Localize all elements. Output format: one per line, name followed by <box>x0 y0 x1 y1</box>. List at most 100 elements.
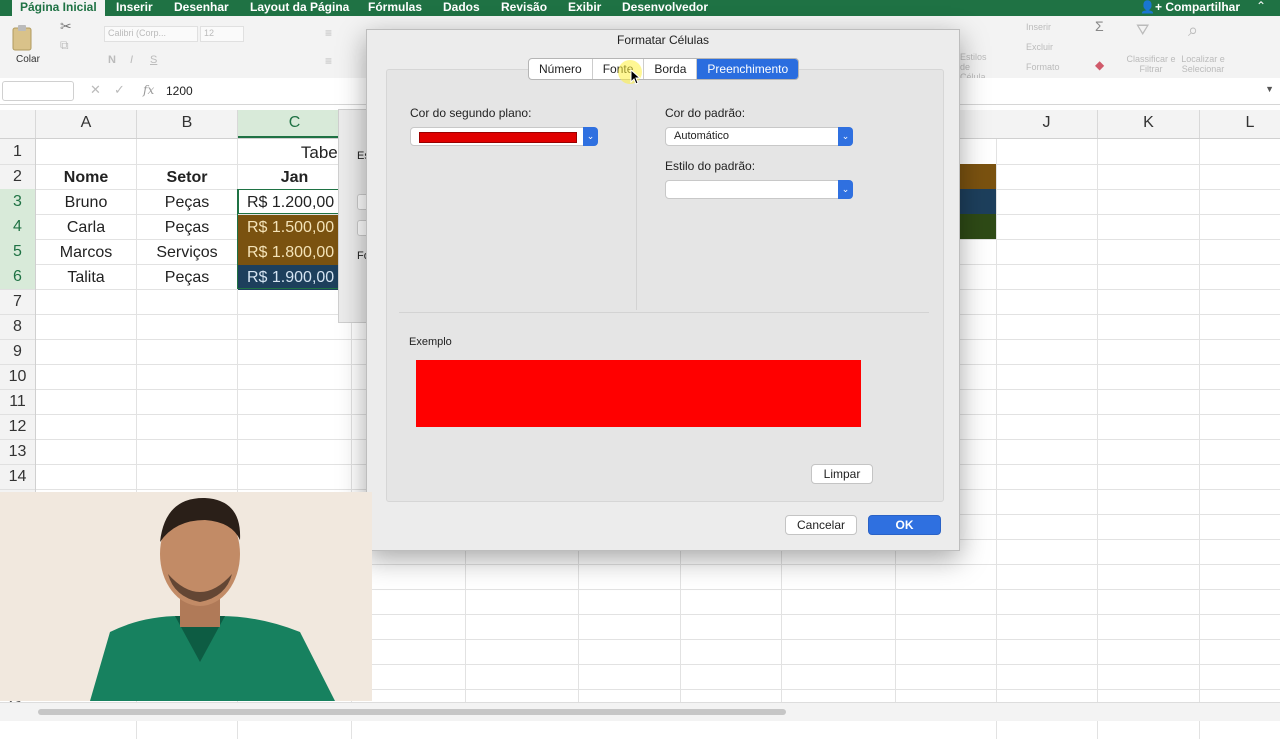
row-header-9[interactable]: 9 <box>0 339 35 365</box>
table-cell[interactable]: Carla <box>36 215 136 240</box>
table-cell[interactable]: Peças <box>137 215 237 240</box>
font-name-value: Calibri (Corp... <box>108 28 167 38</box>
header-cell-setor[interactable]: Setor <box>137 165 237 190</box>
tab-pagina-inicial[interactable]: Página Inicial <box>12 0 105 16</box>
copy-icon[interactable]: ⧉ <box>60 38 69 53</box>
ok-button[interactable]: OK <box>868 515 941 535</box>
row-header-4[interactable]: 4 <box>0 214 35 240</box>
tab-exibir[interactable]: Exibir <box>568 0 601 16</box>
row-header-2[interactable]: 2 <box>0 164 35 190</box>
bold-icon[interactable]: N <box>108 54 116 66</box>
column-header-j[interactable]: J <box>996 110 1098 138</box>
row-header-12[interactable]: 12 <box>0 414 35 440</box>
tab-revisao[interactable]: Revisão <box>501 0 547 16</box>
clear-eraser-icon[interactable]: ◆ <box>1095 58 1104 72</box>
colored-cell-green[interactable] <box>958 214 996 239</box>
table-cell[interactable]: Bruno <box>36 190 136 215</box>
divider <box>399 312 929 313</box>
table-cell[interactable]: Peças <box>137 265 237 290</box>
column-header-a[interactable]: A <box>36 110 137 138</box>
cancel-button[interactable]: Cancelar <box>785 515 857 535</box>
clear-button[interactable]: Limpar <box>811 464 873 484</box>
pattern-style-select[interactable]: ⌄ <box>665 180 853 199</box>
horizontal-scrollbar[interactable] <box>0 702 1280 721</box>
table-cell[interactable]: Marcos <box>36 240 136 265</box>
row-header-14[interactable]: 14 <box>0 464 35 490</box>
webcam-overlay <box>0 492 372 701</box>
sort-filter-icon[interactable]: ⛛ <box>1136 22 1149 40</box>
column-header-k[interactable]: K <box>1098 110 1200 138</box>
select-all-corner[interactable] <box>0 110 36 138</box>
find-select-label: Localizar e Selecionar <box>1181 54 1225 74</box>
row-header-6[interactable]: 6 <box>0 264 35 290</box>
fx-icon[interactable]: fx <box>143 83 154 97</box>
dialog-title: Formatar Células <box>616 33 710 47</box>
column-header-l[interactable]: L <box>1200 110 1280 138</box>
delete-cells-button[interactable]: Excluir <box>1026 42 1053 52</box>
formula-input[interactable]: 1200 <box>166 84 193 98</box>
paste-icon[interactable] <box>10 24 36 52</box>
table-cell[interactable]: Peças <box>137 190 237 215</box>
dialog-tab-bar: Número Fonte Borda Preenchimento <box>528 58 800 80</box>
tab-desenhar[interactable]: Desenhar <box>174 0 229 16</box>
confirm-check-icon[interactable]: ✓ <box>114 82 125 98</box>
search-icon[interactable]: ⌕ <box>1188 20 1198 41</box>
background-color-label: Cor do segundo plano: <box>410 106 532 120</box>
collapse-ribbon-icon[interactable]: ⌃ <box>1256 0 1266 13</box>
sample-label: Exemplo <box>409 336 452 348</box>
table-cell[interactable]: R$ 1.900,00 <box>238 265 351 290</box>
italic-icon[interactable]: I <box>130 54 133 66</box>
format-cells-button[interactable]: Formato <box>1026 62 1060 72</box>
header-cell-jan[interactable]: Jan <box>238 165 351 190</box>
column-header-c[interactable]: C <box>238 110 352 138</box>
format-cells-dialog: Formatar Células Cor do segundo plano: ⌄… <box>366 29 960 551</box>
background-color-picker[interactable]: ⌄ <box>410 127 598 146</box>
row-header-13[interactable]: 13 <box>0 439 35 465</box>
row-header-7[interactable]: 7 <box>0 289 35 315</box>
tab-inserir[interactable]: Inserir <box>116 0 153 16</box>
active-cell-c3[interactable]: R$ 1.200,00 <box>238 189 349 214</box>
row-header-10[interactable]: 10 <box>0 364 35 390</box>
row-header-11[interactable]: 11 <box>0 389 35 415</box>
colored-cell-brown[interactable] <box>958 164 996 189</box>
cut-icon[interactable]: ✂ <box>60 18 72 35</box>
tab-numero[interactable]: Número <box>529 59 593 79</box>
tab-dados[interactable]: Dados <box>443 0 480 16</box>
tab-preenchimento[interactable]: Preenchimento <box>697 59 799 79</box>
divider <box>636 100 637 310</box>
underline-icon[interactable]: S <box>150 54 157 66</box>
row-header-8[interactable]: 8 <box>0 314 35 340</box>
table-cell[interactable]: Serviços <box>137 240 237 265</box>
scrollbar-thumb[interactable] <box>38 709 786 715</box>
font-size-select[interactable]: 12 <box>200 26 244 42</box>
colored-cell-navy[interactable] <box>958 189 996 214</box>
header-cell-nome[interactable]: Nome <box>36 165 136 190</box>
insert-cells-button[interactable]: Inserir <box>1026 22 1051 32</box>
table-cell[interactable]: R$ 1.800,00 <box>238 240 351 265</box>
font-size-value: 12 <box>204 28 215 38</box>
name-box[interactable] <box>2 81 74 101</box>
sample-preview <box>416 360 861 427</box>
table-cell[interactable]: Talita <box>36 265 136 290</box>
column-header-b[interactable]: B <box>137 110 238 138</box>
pattern-color-select[interactable]: Automático ⌄ <box>665 127 853 146</box>
title-cell[interactable]: Tabela <box>238 140 351 165</box>
row-header-3[interactable]: 3 <box>0 189 35 215</box>
row-header-1[interactable]: 1 <box>0 139 35 165</box>
table-cell[interactable]: R$ 1.500,00 <box>238 215 351 240</box>
autosum-icon[interactable]: Σ <box>1095 18 1104 34</box>
row-header-5[interactable]: 5 <box>0 239 35 265</box>
sort-filter-label: Classificar e Filtrar <box>1126 54 1176 74</box>
align-top-icon[interactable]: ≡ <box>325 26 332 40</box>
tab-formulas[interactable]: Fórmulas <box>368 0 422 16</box>
tab-borda[interactable]: Borda <box>644 59 698 79</box>
expand-formula-icon[interactable]: ▼ <box>1265 84 1274 94</box>
align-left-icon[interactable]: ≡ <box>325 54 332 68</box>
tab-desenvolvedor[interactable]: Desenvolvedor <box>622 0 708 16</box>
pattern-color-label: Cor do padrão: <box>665 106 746 120</box>
font-name-select[interactable]: Calibri (Corp... <box>104 26 198 42</box>
background-color-swatch <box>419 132 577 143</box>
share-button[interactable]: 👤+ Compartilhar <box>1140 0 1240 14</box>
tab-layout-da-pagina[interactable]: Layout da Página <box>250 0 349 16</box>
cancel-x-icon[interactable]: ✕ <box>90 82 101 98</box>
